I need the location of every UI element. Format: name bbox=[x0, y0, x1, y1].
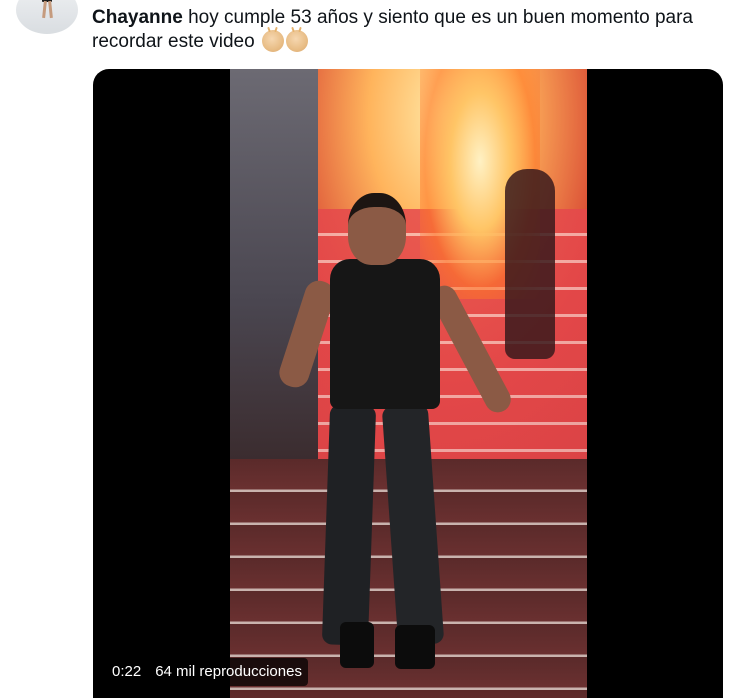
video-info-overlay: 0:22 64 mil reproducciones bbox=[106, 658, 308, 686]
tweet-text: Chayanne hoy cumple 53 años y siento que… bbox=[92, 6, 732, 54]
video-elapsed-time: 0:22 bbox=[112, 663, 142, 680]
performer-vest bbox=[330, 259, 440, 409]
video-player[interactable]: 0:22 64 mil reproducciones bbox=[93, 69, 723, 698]
clapping-hands-emoji bbox=[261, 30, 284, 52]
background-dancer bbox=[505, 169, 555, 359]
video-view-count: 64 mil reproducciones bbox=[155, 663, 302, 680]
performer-shoe bbox=[340, 622, 374, 668]
author-name[interactable]: Chayanne bbox=[92, 7, 183, 28]
clapping-hands-emoji bbox=[285, 30, 308, 52]
performer-head bbox=[348, 193, 406, 265]
tweet-body: hoy cumple 53 años y siento que es un bu… bbox=[92, 7, 693, 52]
avatar[interactable] bbox=[16, 0, 78, 34]
avatar-figure-leg bbox=[48, 0, 53, 19]
video-frame bbox=[230, 69, 587, 698]
performer-leg bbox=[321, 404, 377, 646]
performer-shoe bbox=[395, 625, 435, 669]
stage-left-panel bbox=[230, 69, 318, 459]
avatar-figure-leg bbox=[42, 0, 47, 19]
